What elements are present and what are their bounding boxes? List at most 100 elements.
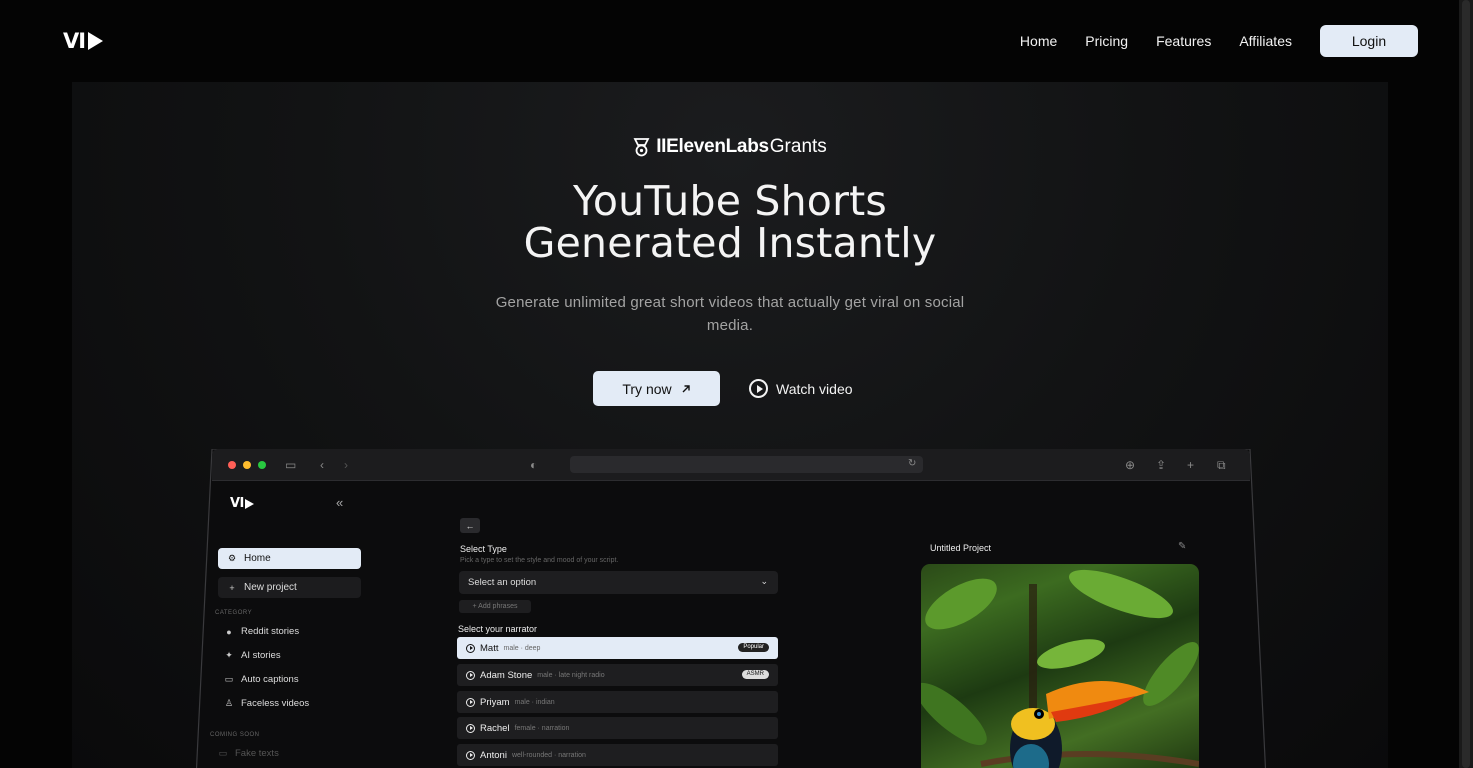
close-dot-icon[interactable] (228, 461, 236, 469)
captions-icon: ▭ (224, 674, 234, 684)
back-chevron-icon[interactable]: ‹ (320, 458, 324, 472)
try-now-button[interactable]: Try now (593, 371, 720, 406)
narrator-option-rachel[interactable]: Rachel female · narration (457, 717, 778, 739)
app-logo[interactable]: VI (230, 496, 254, 511)
narrator-name: Adam Stone (480, 669, 533, 681)
watch-video-button[interactable]: Watch video (749, 379, 853, 398)
nav-link-features[interactable]: Features (1156, 33, 1211, 49)
narrator-option-matt[interactable]: Matt male · deep Popular (457, 637, 778, 659)
narrator-desc: male · indian (514, 698, 555, 706)
app-logo-text: VI (230, 496, 244, 511)
sparkles-icon: ✦ (225, 650, 233, 660)
play-circle-icon (466, 723, 475, 733)
user-icon: ♙ (224, 698, 234, 708)
narrator-name: Antoni (480, 749, 507, 761)
narrator-tag: ASMR (741, 670, 769, 679)
elevenlabs-grants-badge: IIElevenLabs Grants (0, 136, 1460, 158)
back-arrow-button[interactable]: ← (460, 518, 480, 533)
reload-icon[interactable]: ↻ (908, 457, 916, 471)
sidebar-item-label: Fake texts (235, 748, 279, 759)
headline-line-2: Generated Instantly (523, 219, 937, 267)
play-circle-icon (749, 379, 768, 398)
sidebar-item-label: Auto captions (241, 674, 299, 685)
site-logo-text: VI (63, 29, 86, 53)
play-circle-icon (466, 643, 475, 653)
narrator-desc: female · narration (514, 724, 570, 732)
arrow-left-icon: ← (465, 520, 475, 531)
watch-video-label: Watch video (776, 380, 853, 397)
narrator-desc: male · deep (503, 644, 541, 652)
select-type-label: Select Type (460, 544, 507, 554)
select-type-hint: Pick a type to set the style and mood of… (460, 557, 619, 564)
headline-line-1: YouTube Shorts (573, 177, 887, 225)
page: VI Home Pricing Features Affiliates Logi… (0, 0, 1473, 768)
narrator-name: Priyam (480, 696, 510, 708)
narrator-option-antoni[interactable]: Antoni well-rounded · narration (457, 744, 778, 766)
sidebar-home-button[interactable]: ⚙ Home (218, 548, 361, 569)
app-preview-mockup: ▭ ‹ › ◐ ↻ ⊕ ⇪ + ⧉ VI « ⚙ Home + New proj… (196, 449, 1266, 768)
toucan-illustration (921, 569, 1199, 768)
select-narrator-label: Select your narrator (458, 624, 538, 634)
nav-link-home[interactable]: Home (1020, 33, 1057, 49)
app-play-logo-icon (244, 498, 254, 509)
url-bar[interactable]: ↻ (570, 456, 923, 473)
add-phrases-button[interactable]: + Add phrases (459, 600, 531, 613)
plus-icon: + (229, 582, 235, 593)
chevron-down-icon: ⌄ (760, 576, 768, 586)
sidebar-home-label: Home (244, 553, 271, 564)
sidebar-new-project-button[interactable]: + New project (218, 577, 361, 598)
medal-icon (633, 137, 650, 156)
nav-link-affiliates[interactable]: Affiliates (1239, 33, 1292, 49)
sidebar-item-auto-captions[interactable]: ▭ Auto captions (224, 674, 299, 685)
narrator-desc: male · late night radio (537, 671, 605, 679)
category-caption: CATEGORY (215, 610, 253, 616)
try-now-label: Try now (622, 380, 672, 397)
forward-chevron-icon[interactable]: › (344, 458, 348, 472)
sidebar-item-ai-stories[interactable]: ✦ AI stories (224, 650, 281, 661)
maximize-dot-icon[interactable] (258, 461, 266, 469)
narrator-option-adam-stone[interactable]: Adam Stone male · late night radio ASMR (457, 664, 778, 686)
sidebar-item-fake-texts: ▭ Fake texts (218, 748, 279, 759)
scrollbar-thumb[interactable] (1462, 0, 1470, 768)
narrator-tag: Popular (738, 643, 769, 652)
site-logo[interactable]: VI (63, 29, 104, 53)
video-preview-image (921, 564, 1199, 768)
tabs-overview-icon[interactable]: ⧉ (1217, 458, 1226, 472)
edit-icon[interactable]: ✎ (1178, 541, 1186, 552)
sidebar-item-faceless-videos[interactable]: ♙ Faceless videos (224, 698, 309, 709)
hero-subline: Generate unlimited great short videos th… (495, 294, 965, 334)
sidebar-toggle-icon[interactable]: ▭ (285, 458, 296, 472)
type-select-value: Select an option (468, 577, 537, 588)
browser-toolbar: ▭ ‹ › ◐ ↻ ⊕ ⇪ + ⧉ (212, 449, 1250, 481)
coming-soon-caption: COMING SOON (210, 732, 260, 738)
page-scrollbar[interactable] (1459, 0, 1473, 768)
download-icon[interactable]: ⊕ (1125, 458, 1135, 472)
sidebar-item-label: Reddit stories (241, 626, 300, 637)
nav-link-pricing[interactable]: Pricing (1085, 33, 1128, 49)
type-select[interactable]: Select an option ⌄ (459, 571, 778, 594)
play-circle-icon (466, 697, 475, 707)
sidebar-new-project-label: New project (244, 582, 297, 593)
narrator-desc: well-rounded · narration (511, 751, 586, 759)
play-circle-icon (466, 670, 475, 680)
badge-brand: IIElevenLabs (656, 136, 769, 157)
sidebar-item-label: Faceless videos (241, 698, 310, 709)
top-nav: Home Pricing Features Affiliates Login (992, 25, 1418, 57)
hero-headline: YouTube Shorts Generated Instantly (0, 180, 1460, 264)
sidebar-item-label: AI stories (241, 650, 281, 661)
share-icon[interactable]: ⇪ (1156, 458, 1166, 472)
minimize-dot-icon[interactable] (243, 461, 251, 469)
reddit-icon: ● (226, 626, 232, 637)
project-title: Untitled Project (930, 543, 992, 553)
narrator-option-priyam[interactable]: Priyam male · indian (457, 691, 778, 713)
narrator-name: Rachel (480, 722, 510, 734)
cta-group: Try now Watch video (593, 371, 853, 406)
login-button[interactable]: Login (1320, 25, 1418, 57)
gear-icon: ⚙ (227, 553, 237, 563)
arrow-up-right-icon (682, 384, 690, 392)
collapse-sidebar-icon[interactable]: « (336, 495, 343, 510)
new-tab-plus-icon[interactable]: + (1187, 458, 1194, 472)
sidebar-item-reddit-stories[interactable]: ● Reddit stories (224, 626, 299, 637)
badge-suffix: Grants (769, 136, 827, 157)
play-circle-icon (466, 750, 475, 760)
